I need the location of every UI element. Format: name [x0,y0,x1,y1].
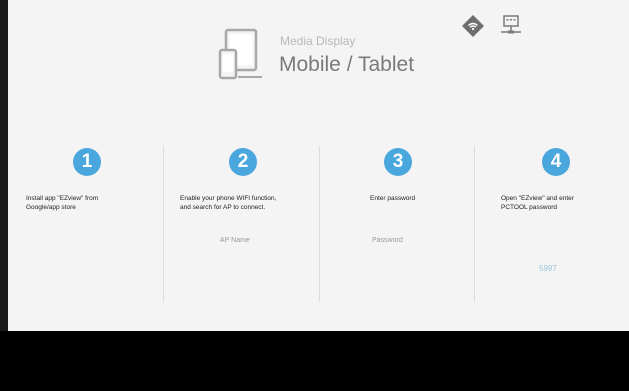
step-3-instruction: Enter password [370,195,416,202]
step-1-column: 1 Install app "EZview" from Google/app s… [8,148,158,298]
step-4-column: 4 Open "EZview" and enter PCTOOL passwor… [475,148,625,298]
bottom-black-bar [0,331,629,391]
phone-tablet-icon [218,28,262,80]
wifi-diamond-icon[interactable] [461,14,485,38]
step-2-instruction: Enable your phone WIFI function, and sea… [180,195,277,211]
screen-left-edge [0,0,8,331]
mobile-tablet-screen: Media Display Mobile / Tablet 1 Install … [8,0,629,331]
step-4-instruction: Open "EZview" and enter PCTOOL password [501,195,574,211]
header: Media Display Mobile / Tablet [218,28,478,88]
step-1-badge: 1 [73,148,101,176]
step-3-badge: 3 [384,148,412,176]
step-1-instruction: Install app "EZview" from Google/app sto… [26,195,99,211]
step-2-column: 2 Enable your phone WIFI function, and s… [164,148,314,298]
step-2-badge: 2 [229,148,257,176]
password-label: Password [372,237,403,244]
step-4-badge: 4 [542,148,570,176]
lan-network-icon[interactable] [499,14,523,38]
header-subtitle: Media Display [280,34,356,48]
ap-name-label: AP Name [220,237,250,244]
page-title: Mobile / Tablet [279,53,415,76]
step-3-column: 3 Enter password Password [320,148,470,298]
pctool-password-value: 5997 [539,264,557,273]
